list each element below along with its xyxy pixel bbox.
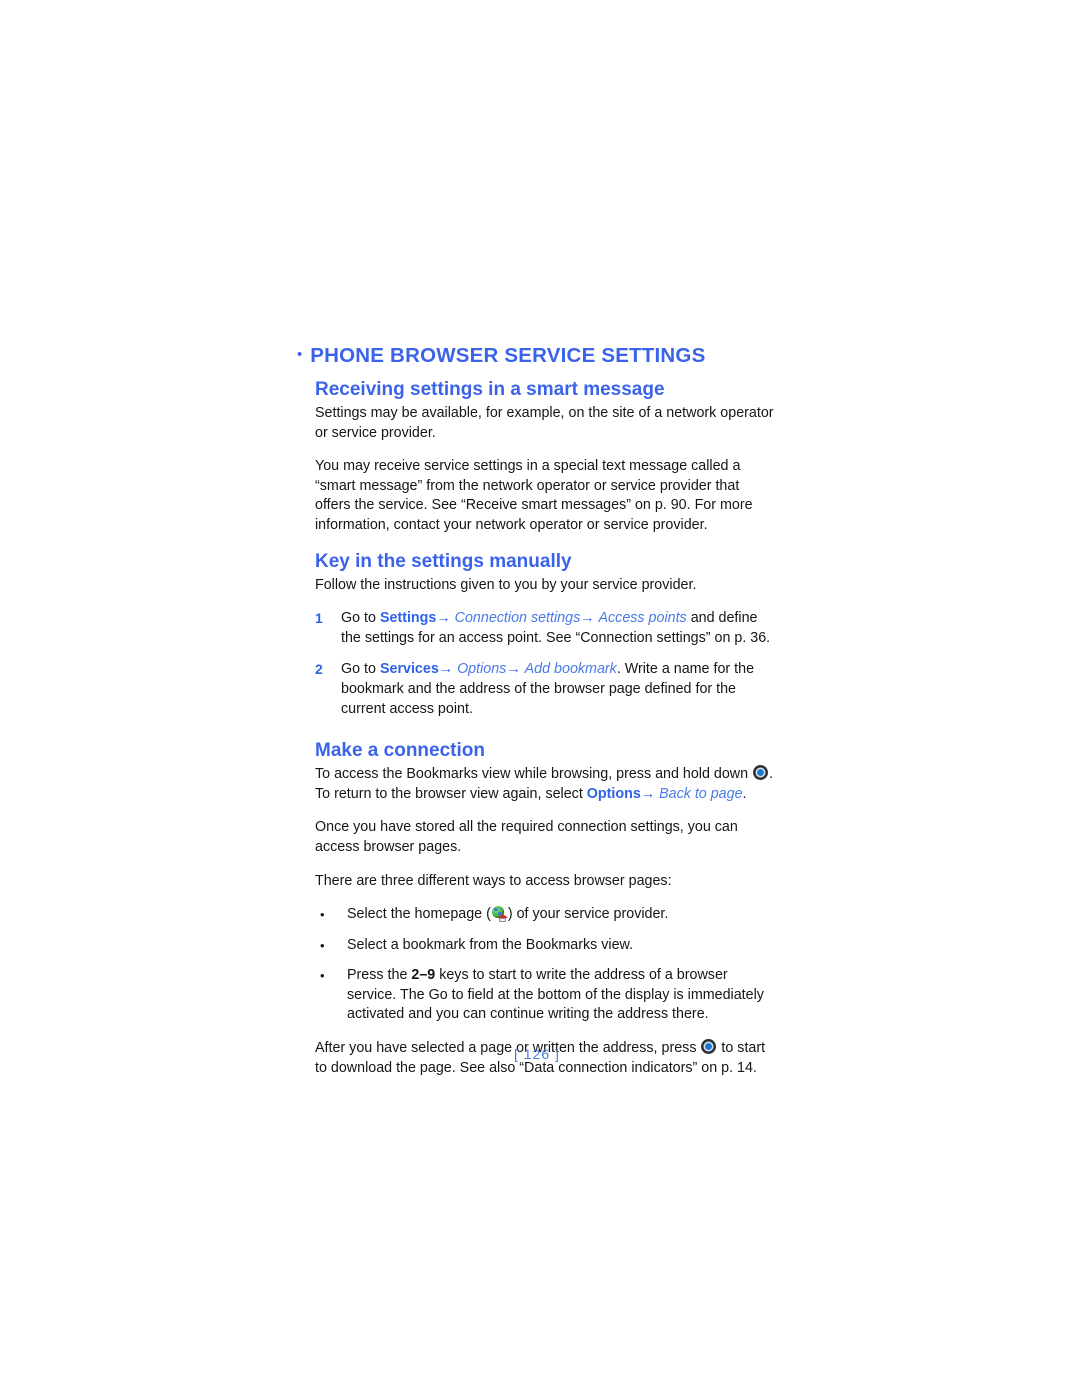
house-icon xyxy=(497,914,508,923)
step-number: 1 xyxy=(315,610,323,627)
bullet-text: Press the 2–9 keys to start to write the… xyxy=(347,966,777,1025)
step-number: 2 xyxy=(315,661,323,678)
bullet-icon: • xyxy=(320,968,325,984)
paragraph-receiving-1: Settings may be available, for example, … xyxy=(315,405,774,441)
step-term-options: Options xyxy=(457,661,507,678)
homepage-tail-text: ) of your service provider. xyxy=(507,906,669,923)
return-lead-text: To return to the browser view again, sel… xyxy=(315,785,587,802)
subheading-key-in-settings: Key in the settings manually xyxy=(315,550,572,572)
paragraph-three-ways: There are three different ways to access… xyxy=(315,872,672,889)
key-range-label: 2–9 xyxy=(411,967,436,984)
arrow-icon: → xyxy=(580,610,595,627)
joystick-icon xyxy=(753,765,769,781)
subheading-make-a-connection: Make a connection xyxy=(315,740,485,762)
bookmarks-lead-text: To access the Bookmarks view while brows… xyxy=(315,766,753,783)
term-options: Options xyxy=(586,785,641,802)
step-lead-text: Go to xyxy=(341,610,380,627)
paragraph-stored-settings: Once you have stored all the required co… xyxy=(315,819,738,855)
list-item: • Select a bookmark from the Bookmarks v… xyxy=(315,936,777,956)
list-item: 1 Go to Settings→ Connection settings→ A… xyxy=(315,609,777,648)
list-item: • Press the 2–9 keys to start to write t… xyxy=(315,966,777,1025)
homepage-icon xyxy=(491,906,508,923)
section-heading-row: • PHONE BROWSER SERVICE SETTINGS xyxy=(297,344,777,368)
section-bullet-icon: • xyxy=(297,346,303,363)
bullet-text: Select the homepage ( ) of your service p… xyxy=(347,905,777,925)
access-methods-list: • Select the homepage ( ) of your service… xyxy=(315,905,777,1025)
bullet-icon: • xyxy=(320,907,325,923)
step-text: Go to Settings→ Connection settings→ Acc… xyxy=(341,609,777,648)
page-content: • PHONE BROWSER SERVICE SETTINGS Receivi… xyxy=(297,344,777,1092)
bullet-icon: • xyxy=(320,937,325,953)
step-term-connection-settings: Connection settings xyxy=(454,610,581,627)
subheading-receiving-settings: Receiving settings in a smart message xyxy=(315,379,665,400)
arrow-icon: → xyxy=(438,661,454,678)
step-text: Go to Services→ Options→ Add bookmark. W… xyxy=(341,660,777,719)
numbered-steps-list: 1 Go to Settings→ Connection settings→ A… xyxy=(315,609,777,719)
step-term-services: Services xyxy=(379,661,439,678)
arrow-icon: → xyxy=(640,785,656,802)
arrow-icon: → xyxy=(436,610,451,627)
keys-lead-text: Press the xyxy=(347,967,412,984)
paragraph-bookmarks-access: To access the Bookmarks view while brows… xyxy=(315,765,777,804)
page-number: [ 126 ] xyxy=(514,1046,560,1062)
term-back-to-page: Back to page xyxy=(659,785,743,802)
arrow-icon: → xyxy=(506,661,521,678)
step-term-add-bookmark: Add bookmark xyxy=(524,661,617,678)
return-tail-text: . xyxy=(742,785,747,802)
house-wall-shape xyxy=(499,918,507,923)
paragraph-receiving-2: You may receive service settings in a sp… xyxy=(315,458,753,533)
step-term-access-points: Access points xyxy=(598,610,687,627)
paragraph-key-in-intro: Follow the instructions given to you by … xyxy=(315,576,697,593)
bullet-text: Select a bookmark from the Bookmarks vie… xyxy=(347,936,634,953)
section-heading: PHONE BROWSER SERVICE SETTINGS xyxy=(310,344,706,367)
bookmarks-tail-text: . xyxy=(769,766,774,783)
step-term-settings: Settings xyxy=(379,610,437,627)
homepage-lead-text: Select the homepage ( xyxy=(347,906,491,923)
document-page: • PHONE BROWSER SERVICE SETTINGS Receivi… xyxy=(0,0,1080,1397)
list-item: 2 Go to Services→ Options→ Add bookmark.… xyxy=(315,660,777,719)
step-lead-text: Go to xyxy=(341,661,380,678)
list-item: • Select the homepage ( ) of your service… xyxy=(315,905,777,925)
